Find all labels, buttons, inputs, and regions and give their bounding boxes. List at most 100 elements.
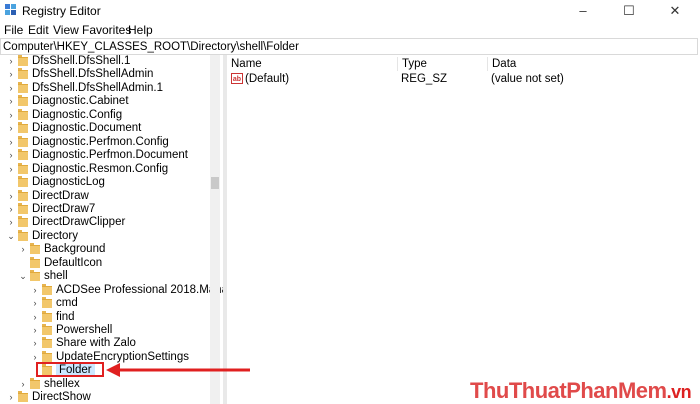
menu-help[interactable]: Help [128, 23, 153, 37]
folder-icon [42, 283, 52, 295]
chevron-right-icon[interactable]: › [30, 324, 40, 337]
registry-editor-icon [5, 4, 16, 15]
close-button[interactable]: ✕ [652, 0, 698, 22]
chevron-right-icon[interactable]: › [6, 95, 16, 108]
chevron-right-icon[interactable]: › [18, 243, 28, 256]
tree-item[interactable]: › DirectDrawClipper [0, 216, 210, 229]
chevron-right-icon[interactable]: › [6, 190, 16, 203]
tree-item-label: shell [44, 270, 68, 283]
tree-item[interactable]: › Diagnostic.Perfmon.Document [0, 149, 210, 162]
chevron-right-icon[interactable]: › [6, 203, 16, 216]
tree-item-label: Directory [32, 229, 79, 242]
tree-item-label: cmd [56, 297, 78, 310]
tree-item-label: DirectDraw7 [32, 202, 96, 215]
tree-item[interactable]: › DirectDraw [0, 189, 210, 203]
tree-item-label: Diagnostic.Perfmon.Config [32, 135, 169, 148]
menu-favorites[interactable]: Favorites [82, 23, 131, 37]
tree-item[interactable]: › DirectDraw7 [0, 202, 210, 216]
folder-icon [18, 135, 28, 147]
folder-icon [42, 310, 52, 322]
tree-item-label: DiagnosticLog [32, 176, 105, 189]
value-data: (value not set) [491, 73, 564, 85]
chevron-right-icon[interactable]: › [30, 311, 40, 324]
tree-item-label: DfsShell.DfsShell.1 [32, 55, 131, 67]
tree-item[interactable]: › Diagnostic.Document [0, 122, 210, 135]
address-bar[interactable]: Computer\HKEY_CLASSES_ROOT\Directory\she… [0, 38, 698, 55]
scrollbar-thumb[interactable] [211, 177, 219, 189]
column-name[interactable]: Name [227, 57, 397, 71]
tree-item[interactable]: › DfsShell.DfsShell.1 [0, 55, 210, 68]
chevron-right-icon[interactable]: › [6, 55, 16, 68]
tree-item[interactable]: › Background [0, 243, 210, 256]
chevron-right-icon[interactable]: › [6, 136, 16, 149]
chevron-right-icon[interactable]: › [6, 163, 16, 176]
chevron-down-icon[interactable]: ⌄ [6, 230, 16, 243]
menu-bar: File Edit View Favorites Help [0, 22, 700, 38]
chevron-right-icon[interactable]: › [18, 378, 28, 391]
menu-view[interactable]: View [53, 23, 79, 37]
tree-scrollbar[interactable] [210, 55, 220, 404]
folder-icon [18, 122, 28, 134]
tree-item[interactable]: DiagnosticLog [0, 176, 210, 189]
tree-item[interactable]: › Diagnostic.Cabinet [0, 95, 210, 108]
chevron-right-icon[interactable]: › [30, 284, 40, 297]
tree-item-label: Background [44, 243, 106, 256]
chevron-right-icon[interactable]: › [6, 122, 16, 135]
tree-item[interactable]: › Diagnostic.Perfmon.Config [0, 135, 210, 149]
folder-icon [42, 350, 52, 362]
watermark-logo: ThuThuatPhanMem.vn [470, 378, 692, 404]
tree-item[interactable]: › DfsShell.DfsShellAdmin [0, 68, 210, 81]
maximize-button[interactable]: ☐ [606, 0, 652, 22]
tree-item[interactable]: › Diagnostic.Resmon.Config [0, 162, 210, 176]
chevron-right-icon[interactable]: › [30, 337, 40, 350]
folder-icon [18, 391, 28, 403]
folder-icon [18, 202, 28, 214]
tree-item-label: Diagnostic.Config [32, 108, 123, 121]
folder-icon [18, 149, 28, 161]
menu-edit[interactable]: Edit [28, 23, 49, 37]
tree-item[interactable]: ⌄ shell [0, 270, 210, 283]
tree-item[interactable]: › DirectShow [0, 391, 210, 404]
tree-item-label: Diagnostic.Perfmon.Document [32, 149, 188, 162]
tree-item-label: DefaultIcon [44, 256, 103, 269]
tree-item[interactable]: › DfsShell.DfsShellAdmin.1 [0, 81, 210, 95]
tree-item-label: Powershell [56, 324, 113, 336]
value-row[interactable]: ab (Default) REG_SZ (value not set) [227, 72, 700, 86]
menu-file[interactable]: File [4, 23, 23, 37]
tree-item[interactable]: › ACDSee Professional 2018.Manage [0, 283, 223, 297]
chevron-right-icon[interactable]: › [6, 109, 16, 122]
folder-icon [18, 189, 28, 201]
values-pane[interactable]: Name Type Data ab (Default) REG_SZ (valu… [227, 55, 700, 404]
chevron-down-icon[interactable]: ⌄ [18, 270, 28, 283]
tree-item[interactable]: › Diagnostic.Config [0, 108, 210, 122]
chevron-right-icon[interactable]: › [6, 149, 16, 162]
tree-item-label: Diagnostic.Document [32, 122, 142, 135]
tree-item[interactable]: ⌄ Directory [0, 229, 210, 243]
tree-item-label: DirectDrawClipper [32, 216, 126, 229]
tree-item[interactable]: › Powershell [0, 324, 210, 337]
string-value-icon: ab [231, 73, 243, 84]
column-data[interactable]: Data [487, 57, 700, 71]
chevron-right-icon[interactable]: › [6, 82, 16, 95]
chevron-right-icon[interactable] [6, 176, 16, 189]
chevron-right-icon[interactable]: › [6, 68, 16, 81]
chevron-right-icon[interactable] [18, 257, 28, 270]
folder-icon [18, 55, 28, 66]
watermark-suffix: .vn [666, 382, 692, 402]
registry-tree[interactable]: › DfsShell.DfsShell.1 › DfsShell.DfsShellAd… [0, 55, 223, 404]
tree-item[interactable]: › cmd [0, 297, 210, 310]
minimize-button[interactable]: – [560, 0, 606, 22]
value-name: (Default) [245, 73, 290, 85]
tree-item[interactable]: › Share with Zalo [0, 337, 210, 350]
chevron-right-icon[interactable]: › [6, 216, 16, 229]
folder-icon [18, 68, 28, 80]
tree-item[interactable]: › find [0, 310, 210, 324]
folder-icon [18, 162, 28, 174]
chevron-right-icon[interactable]: › [6, 391, 16, 404]
column-type[interactable]: Type [397, 57, 487, 71]
tree-item-label: DfsShell.DfsShellAdmin.1 [32, 81, 164, 94]
tree-item-label: Diagnostic.Cabinet [32, 95, 129, 108]
tree-item-label: DirectShow [32, 391, 91, 404]
tree-item[interactable]: DefaultIcon [0, 256, 210, 270]
chevron-right-icon[interactable]: › [30, 297, 40, 310]
